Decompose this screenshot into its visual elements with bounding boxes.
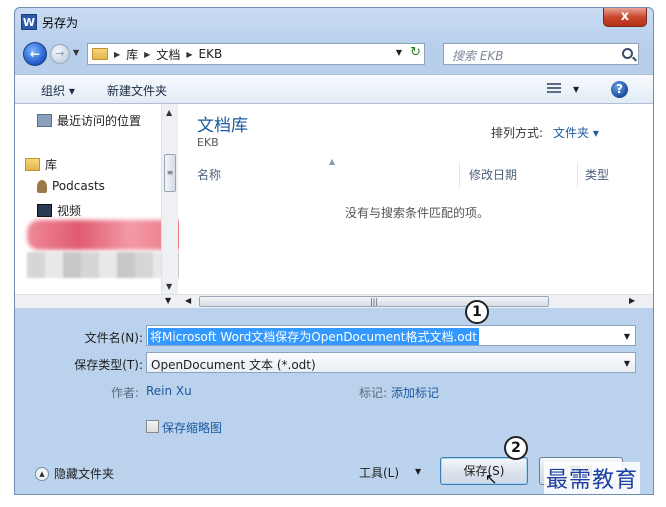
library-icon xyxy=(25,158,40,171)
new-folder-button[interactable]: 新建文件夹 xyxy=(107,82,167,99)
nav-item-podcasts[interactable]: Podcasts xyxy=(37,179,105,193)
nav-item-videos[interactable]: 视频 xyxy=(37,202,81,219)
title-bar: W 另存为 x xyxy=(15,8,653,36)
file-browser: 最近访问的位置 库 Podcasts 视频 图片 ♪ 音乐 xyxy=(15,104,653,309)
command-toolbar: 组织 ▾ 新建文件夹 ▼ ? xyxy=(15,74,653,104)
empty-message: 没有与搜索条件匹配的项。 xyxy=(344,206,489,220)
save-type-value: OpenDocument 文本 (*.odt) xyxy=(151,358,316,372)
filename-input[interactable]: 将Microsoft Word文档保存为OpenDocument格式文档.odt… xyxy=(146,325,636,346)
window-title: 另存为 xyxy=(42,16,79,30)
recent-places-icon xyxy=(37,114,52,127)
callout-badge-2: 2 xyxy=(504,436,528,460)
scroll-up-icon[interactable]: ▲ xyxy=(166,108,172,117)
collapse-up-icon: ▲ xyxy=(35,466,49,481)
arrange-by-dropdown[interactable]: 文件夹 ▾ xyxy=(553,124,599,141)
add-tags-link[interactable]: 添加标记 xyxy=(391,384,439,401)
breadcrumb-separator-icon[interactable]: ▶ xyxy=(114,50,120,59)
nav-scroll-down-icon[interactable]: ▼ xyxy=(165,296,171,305)
forward-button[interactable]: → xyxy=(50,44,70,64)
nav-pane-scrollbar[interactable]: ▲ ≡ ▼ xyxy=(161,104,178,294)
mouse-cursor-icon: ↖ xyxy=(485,470,498,488)
scroll-thumb[interactable]: ||| xyxy=(199,296,549,307)
author-label: 作者: xyxy=(111,386,140,400)
tools-dropdown-icon[interactable]: ▼ xyxy=(415,467,421,476)
nav-item-label: Podcasts xyxy=(52,179,105,193)
library-subtitle: EKB xyxy=(197,136,219,149)
hide-folders-button[interactable]: ▲ 隐藏文件夹 xyxy=(35,465,114,482)
breadcrumb-documents[interactable]: 文档 xyxy=(156,46,180,63)
column-header-modified[interactable]: 修改日期 xyxy=(469,166,517,186)
refresh-icon[interactable]: ↻ xyxy=(410,45,421,60)
save-type-label: 保存类型(T): xyxy=(74,358,143,372)
search-box[interactable]: 搜索 EKB xyxy=(443,43,639,65)
arrange-by-label: 排列方式: xyxy=(491,126,544,140)
search-placeholder: 搜索 EKB xyxy=(452,49,504,63)
callout-badge-1: 1 xyxy=(465,300,489,324)
nav-item-label: 视频 xyxy=(57,204,82,218)
organize-button[interactable]: 组织 ▾ xyxy=(41,82,75,99)
address-dropdown-icon[interactable]: ▼ xyxy=(396,48,402,57)
save-thumbnail-checkbox[interactable] xyxy=(146,420,159,433)
save-thumbnail-label[interactable]: 保存缩略图 xyxy=(162,419,222,436)
video-icon xyxy=(37,204,52,217)
sort-arrow-icon: ▲ xyxy=(329,157,336,166)
close-button[interactable]: x xyxy=(603,8,647,27)
filename-label: 文件名(N): xyxy=(84,331,143,345)
hide-folders-label: 隐藏文件夹 xyxy=(54,467,115,481)
column-header-name[interactable]: 名称 xyxy=(197,166,221,186)
tags-label: 标记: xyxy=(359,386,388,400)
nav-item-label: 最近访问的位置 xyxy=(57,114,142,128)
nav-item-recent-places[interactable]: 最近访问的位置 xyxy=(37,112,141,129)
save-type-select[interactable]: OpenDocument 文本 (*.odt) ▼ xyxy=(146,352,636,373)
scroll-right-icon[interactable]: ▶ xyxy=(629,296,635,305)
file-list-pane: 文档库 EKB 排列方式: 文件夹 ▾ ▲ 名称 修改日期 类型 没有与搜索条件… xyxy=(179,104,653,294)
recent-locations-icon[interactable]: ▼ xyxy=(73,48,79,57)
library-title: 文档库 xyxy=(197,116,248,136)
back-button[interactable]: ← xyxy=(23,42,47,66)
column-divider[interactable] xyxy=(459,162,460,188)
filename-dropdown-icon[interactable]: ▼ xyxy=(624,332,630,341)
watermark-text: 最需教育 xyxy=(544,462,641,494)
podcast-icon xyxy=(37,179,47,193)
author-value[interactable]: Rein Xu xyxy=(146,384,192,398)
folder-icon xyxy=(92,48,108,60)
column-header-type[interactable]: 类型 xyxy=(585,166,609,186)
save-as-dialog: W 另存为 x ← → ▼ ▶ 库 ▶ 文档 ▶ EKB ▼ ↻ 搜索 EKB … xyxy=(14,7,654,495)
address-bar[interactable]: ▶ 库 ▶ 文档 ▶ EKB ▼ ↻ xyxy=(87,43,425,65)
column-divider[interactable] xyxy=(577,162,578,188)
filename-selected-text[interactable]: 将Microsoft Word文档保存为OpenDocument格式文档.odt xyxy=(148,328,479,345)
view-dropdown-icon[interactable]: ▼ xyxy=(573,85,579,94)
nav-item-library[interactable]: 库 xyxy=(25,156,57,173)
breadcrumb-ekb[interactable]: EKB xyxy=(199,47,223,61)
scroll-thumb[interactable]: ≡ xyxy=(164,154,176,192)
help-icon[interactable]: ? xyxy=(611,81,628,98)
breadcrumb-library[interactable]: 库 xyxy=(126,46,138,63)
navigation-pane: 最近访问的位置 库 Podcasts 视频 图片 ♪ 音乐 xyxy=(15,104,199,309)
nav-item-label: 库 xyxy=(45,158,58,172)
save-type-dropdown-icon[interactable]: ▼ xyxy=(624,359,630,368)
breadcrumb-separator-icon[interactable]: ▶ xyxy=(186,50,192,59)
scroll-down-icon[interactable]: ▼ xyxy=(166,282,172,291)
tools-button[interactable]: 工具(L) xyxy=(359,464,399,481)
word-app-icon: W xyxy=(21,14,37,30)
horizontal-scrollbar[interactable]: ▼ ◀ ||| ▶ xyxy=(15,294,653,308)
breadcrumb-separator-icon[interactable]: ▶ xyxy=(144,50,150,59)
scroll-left-icon[interactable]: ◀ xyxy=(185,296,191,305)
search-icon[interactable] xyxy=(622,48,633,59)
view-options-icon[interactable] xyxy=(547,83,561,95)
navigation-bar: ← → ▼ ▶ 库 ▶ 文档 ▶ EKB ▼ ↻ 搜索 EKB xyxy=(15,40,653,68)
save-button[interactable]: 保存(S) xyxy=(440,457,528,485)
